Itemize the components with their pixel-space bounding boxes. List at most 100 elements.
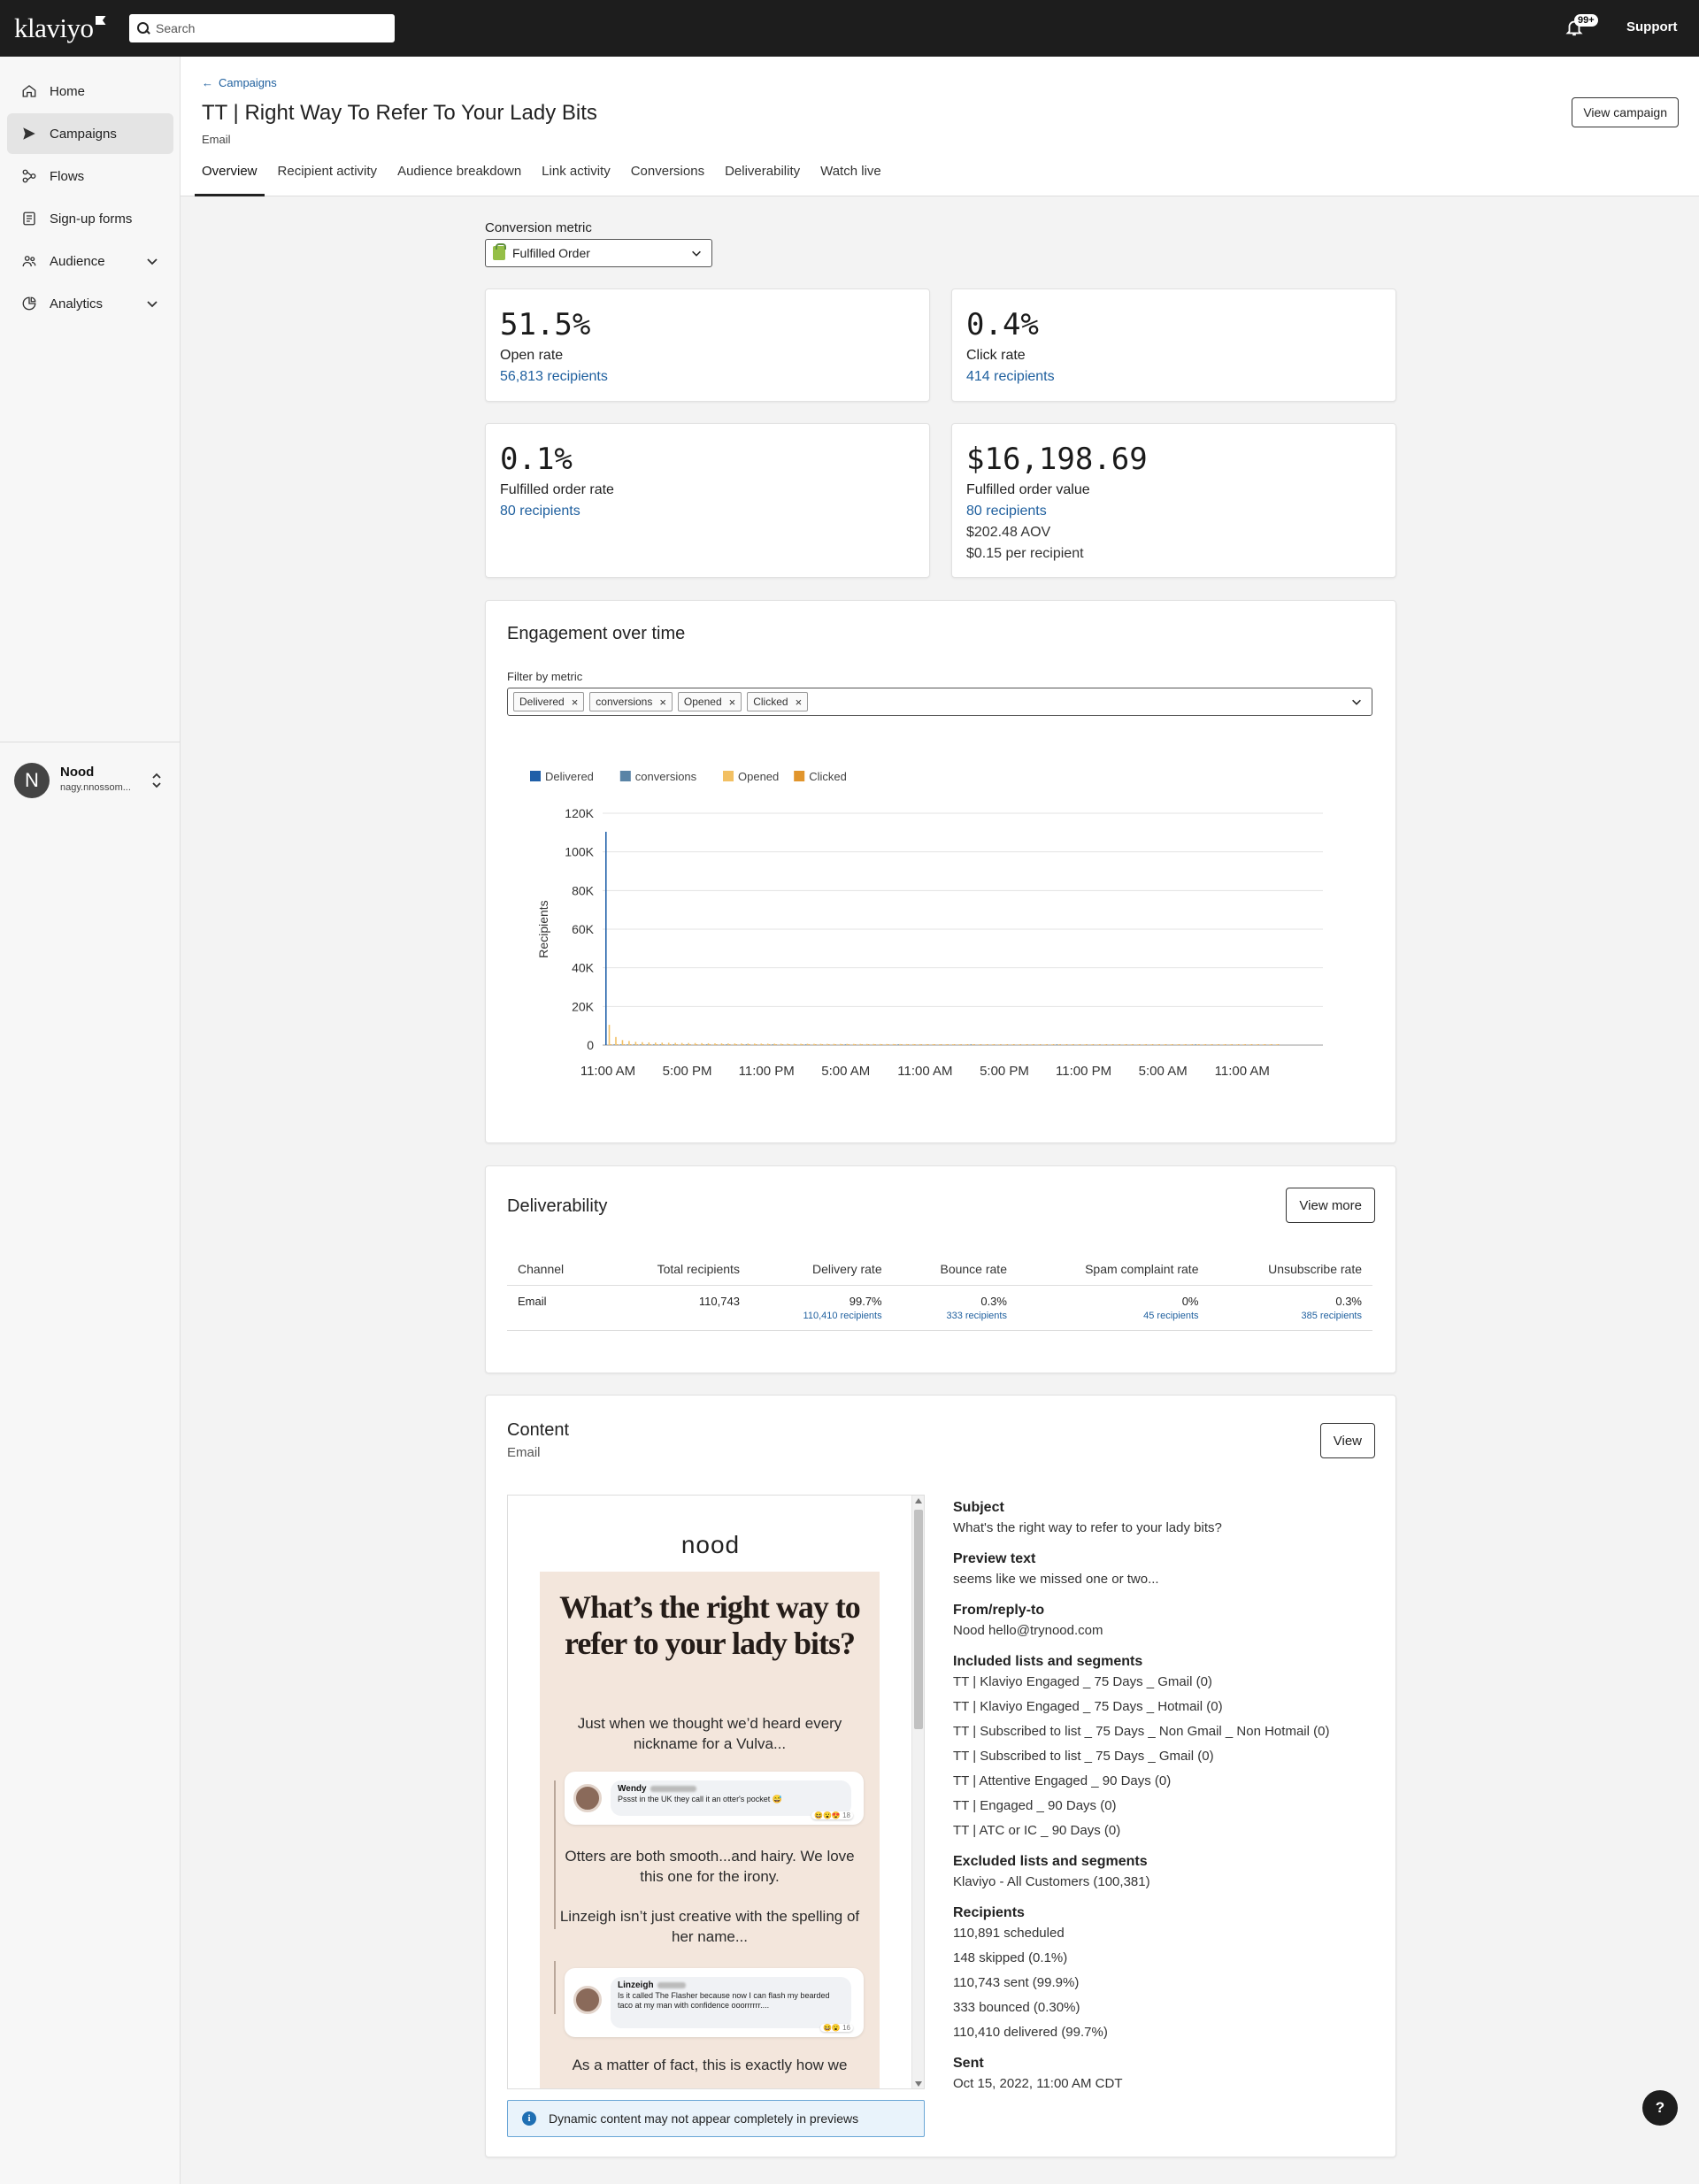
account-switcher[interactable]: N Nood nagy.nnossom... <box>14 759 173 804</box>
email-headline: What’s the right way to refer to your la… <box>559 1589 861 1661</box>
fulfilled-order-value-recipients-link[interactable]: 80 recipients <box>966 504 1047 519</box>
unsubscribe-rate: 0.3% <box>1335 1295 1362 1308</box>
chart-bar <box>1031 1044 1034 1045</box>
sidebar-item-audience[interactable]: Audience <box>7 241 173 281</box>
subject-value: What's the right way to refer to your la… <box>953 1520 1222 1535</box>
scroll-up-icon[interactable] <box>915 1498 922 1503</box>
chart-bar <box>821 1044 824 1045</box>
chart-bar <box>640 1044 642 1045</box>
email-preview[interactable]: nood What’s the right way to refer to yo… <box>507 1495 925 2089</box>
page-header: ← Campaigns TT | Right Way To Refer To Y… <box>181 57 1699 196</box>
deliverability-card: Deliverability View more Channel Total r… <box>485 1165 1396 1373</box>
content-card: Content Email View nood What’s the right… <box>485 1395 1396 2157</box>
preview-scrollbar[interactable] <box>911 1496 924 2088</box>
tab-audience-breakdown[interactable]: Audience breakdown <box>390 161 528 196</box>
chart-bar <box>1026 1044 1028 1045</box>
logo-flag-icon <box>95 16 106 25</box>
chart-bar <box>840 1043 842 1045</box>
list-item: TT | Engaged _ 90 Days (0) <box>953 1798 1117 1813</box>
tab-conversions[interactable]: Conversions <box>624 161 711 196</box>
chart-bar <box>859 1043 862 1045</box>
view-content-button[interactable]: View <box>1319 1423 1375 1458</box>
list-item: TT | ATC or IC _ 90 Days (0) <box>953 1823 1121 1838</box>
tab-recipient-activity[interactable]: Recipient activity <box>271 161 385 196</box>
chevron-down-icon <box>147 258 158 265</box>
chart-bar <box>865 1043 868 1045</box>
chart-bar <box>655 1042 657 1045</box>
support-link[interactable]: Support <box>1626 19 1678 35</box>
chart-bar <box>958 1044 961 1045</box>
chart-bar <box>1103 1044 1106 1045</box>
chart-bar <box>947 1044 949 1045</box>
comment-bubble: Wendy Pssst in the UK they call it an ot… <box>611 1780 851 1816</box>
audience-icon <box>21 253 37 269</box>
scroll-thumb[interactable] <box>914 1510 923 1729</box>
help-button[interactable]: ? <box>1642 2090 1678 2126</box>
chart-bar <box>716 1044 718 1045</box>
breadcrumb-campaigns[interactable]: Campaigns <box>219 76 277 89</box>
chart-bar <box>800 1043 802 1045</box>
search-input[interactable] <box>156 21 386 35</box>
fulfilled-order-rate-label: Fulfilled order rate <box>500 482 614 497</box>
chart-bar <box>694 1042 696 1045</box>
chart-bar <box>1256 1044 1258 1045</box>
chart-bar <box>940 1044 942 1045</box>
bounce-recipients-link[interactable]: 333 recipients <box>903 1311 1007 1321</box>
y-axis-label: Recipients <box>536 900 550 957</box>
click-rate-recipients-link[interactable]: 414 recipients <box>966 369 1055 385</box>
chart-bar <box>1137 1044 1139 1045</box>
view-more-button[interactable]: View more <box>1286 1188 1375 1223</box>
tab-deliverability[interactable]: Deliverability <box>718 161 807 196</box>
chart-bar <box>1158 1044 1160 1045</box>
scroll-down-icon[interactable] <box>915 2081 922 2087</box>
breadcrumb[interactable]: ← Campaigns <box>202 76 277 89</box>
chevron-down-icon <box>692 250 701 257</box>
delivery-recipients-link[interactable]: 110,410 recipients <box>761 1311 882 1321</box>
unsubscribe-recipients-link[interactable]: 385 recipients <box>1220 1311 1363 1321</box>
shopify-bag-icon <box>493 243 506 260</box>
blurred-surname <box>657 1981 686 1988</box>
sidebar-item-signup-forms[interactable]: Sign-up forms <box>7 198 173 239</box>
chart-bar <box>1019 1044 1022 1045</box>
sidebar-item-home[interactable]: Home <box>7 71 173 112</box>
sidebar-item-campaigns[interactable]: Campaigns <box>7 113 173 154</box>
chart-bar <box>1183 1044 1185 1045</box>
chart-bar <box>993 1044 996 1045</box>
sidebar-item-flows[interactable]: Flows <box>7 156 173 196</box>
view-campaign-button[interactable]: View campaign <box>1572 97 1679 127</box>
email-body-text: As a matter of fact, this is exactly how… <box>572 2057 848 2073</box>
included-lists-label: Included lists and segments <box>953 1654 1143 1669</box>
chart-bar <box>787 1043 788 1045</box>
sidebar-item-analytics[interactable]: Analytics <box>7 283 173 324</box>
cell-total: 110,743 <box>603 1285 750 1331</box>
table-header-row: Channel Total recipients Delivery rate B… <box>507 1253 1372 1286</box>
open-rate-value: 51.5% <box>500 307 591 342</box>
chart-bar <box>720 1043 723 1045</box>
chart-bar <box>754 1043 756 1045</box>
chart-bar <box>1090 1044 1093 1045</box>
klaviyo-logo[interactable]: klaviyo <box>14 12 106 44</box>
tab-overview[interactable]: Overview <box>195 161 265 196</box>
click-rate-value: 0.4% <box>966 307 1039 342</box>
info-icon: i <box>522 2111 536 2126</box>
content-details: Subject What's the right way to refer to… <box>953 1500 1378 2096</box>
email-body-panel: What’s the right way to refer to your la… <box>540 1572 880 2088</box>
search-box[interactable] <box>129 14 395 42</box>
open-rate-recipients-link[interactable]: 56,813 recipients <box>500 369 608 385</box>
chart-bar <box>886 1043 888 1045</box>
chart-bar <box>650 1044 651 1045</box>
chart-bar <box>1079 1044 1081 1045</box>
fulfilled-order-rate-recipients-link[interactable]: 80 recipients <box>500 504 580 519</box>
chart-bar <box>828 1044 830 1045</box>
chart-bar <box>1157 1044 1159 1045</box>
tab-link-activity[interactable]: Link activity <box>534 161 618 196</box>
recipients-delivered: 110,410 delivered (99.7%) <box>953 2025 1108 2040</box>
tab-watch-live[interactable]: Watch live <box>813 161 888 196</box>
conversion-metric-select[interactable]: Fulfilled Order <box>485 239 712 267</box>
chart-bar <box>1112 1044 1114 1045</box>
spam-recipients-link[interactable]: 45 recipients <box>1028 1311 1198 1321</box>
avatar: N <box>14 763 50 798</box>
chart-bar <box>1172 1044 1173 1045</box>
chart-bar <box>707 1042 710 1045</box>
chart-bar <box>768 1044 771 1045</box>
